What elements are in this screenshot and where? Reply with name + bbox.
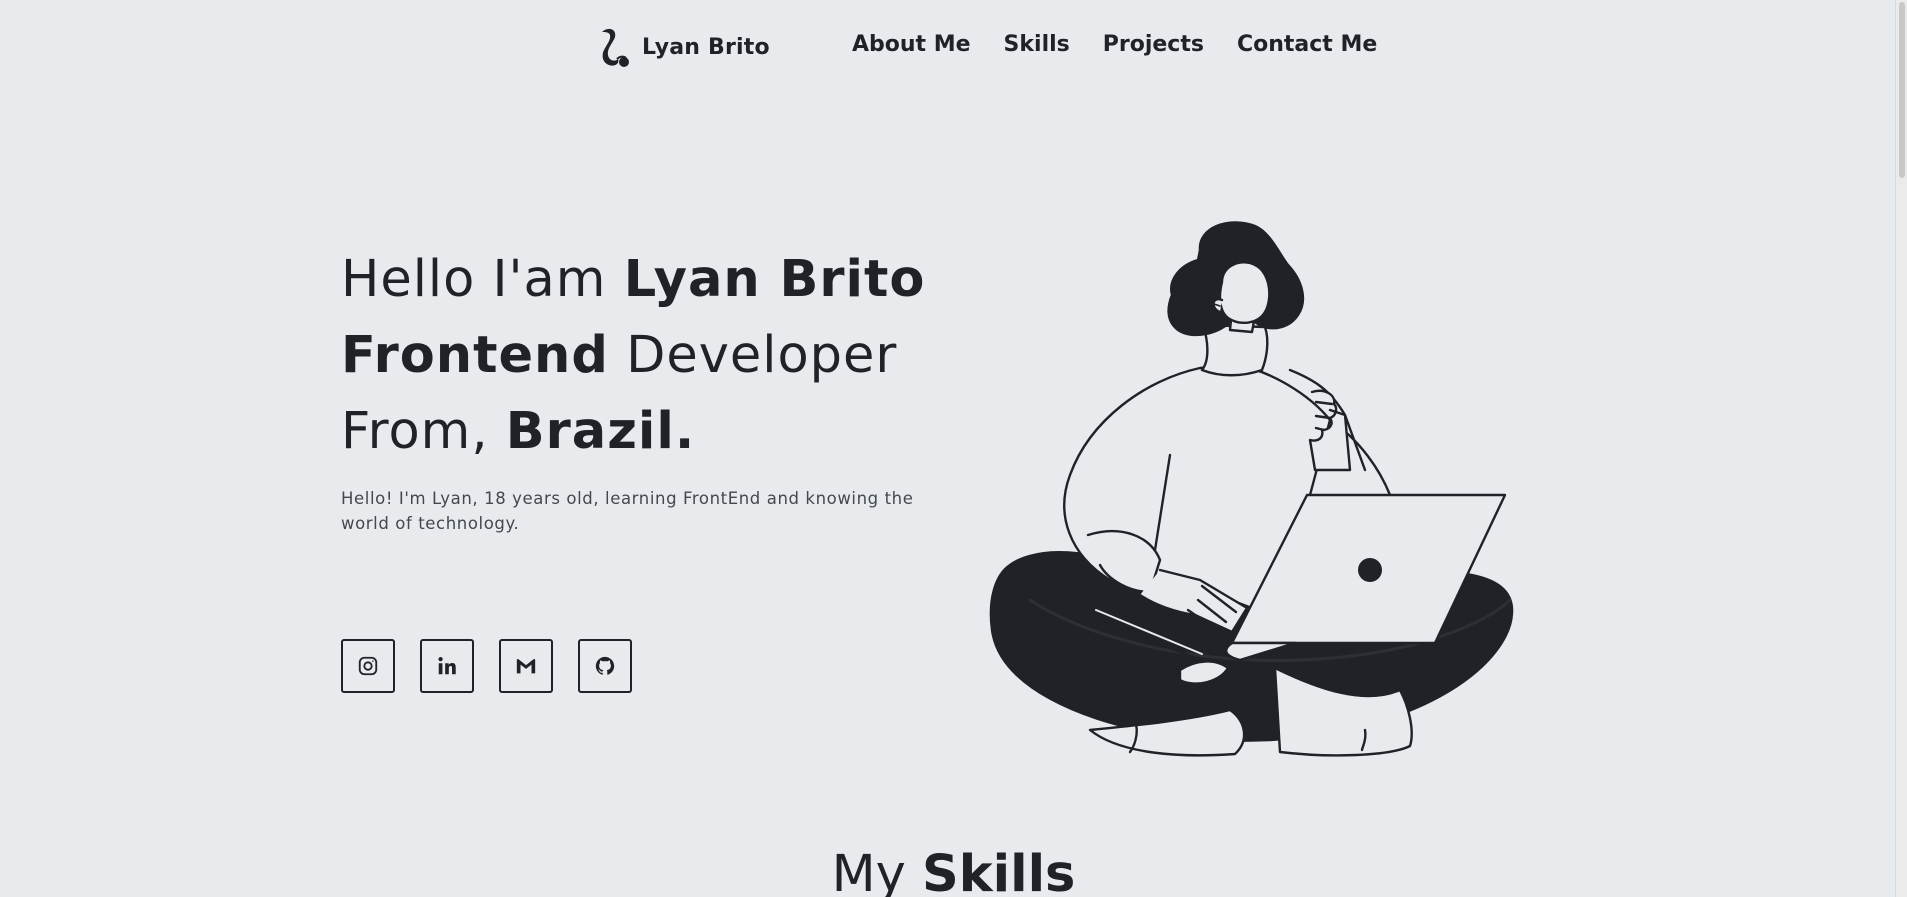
hero-name: Lyan Brito	[623, 250, 926, 309]
hero-country: Brazil.	[505, 402, 696, 461]
page-scrollbar[interactable]	[1895, 0, 1907, 897]
skills-heading-light: My	[831, 845, 922, 897]
nav-projects[interactable]: Projects	[1103, 32, 1204, 57]
nav-about-me[interactable]: About Me	[852, 32, 971, 57]
hero-role: Developer	[608, 326, 898, 385]
hero-line-2: Frontend Developer	[341, 318, 925, 394]
instagram-icon	[358, 656, 378, 676]
skills-heading-bold: Skills	[921, 845, 1076, 897]
page: Lyan Brito About Me Skills Projects Cont…	[0, 0, 1907, 897]
hero-from: From,	[341, 402, 506, 461]
gmail-button[interactable]	[499, 639, 553, 693]
skills-heading: My Skills	[0, 845, 1907, 897]
main-nav: About Me Skills Projects Contact Me	[852, 32, 1377, 57]
hero-description: Hello! I'm Lyan, 18 years old, learning …	[341, 489, 914, 533]
github-icon	[595, 656, 615, 675]
scrollbar-thumb[interactable]	[1899, 2, 1905, 178]
logo-link[interactable]: Lyan Brito	[598, 26, 770, 68]
hero-role-bold: Frontend	[341, 326, 609, 385]
hero-illustration	[989, 221, 1514, 757]
hero-title: Hello I'am Lyan Brito Frontend Developer…	[341, 242, 925, 470]
social-links	[341, 639, 632, 693]
hero-line-1: Hello I'am Lyan Brito	[341, 242, 925, 318]
github-button[interactable]	[578, 639, 632, 693]
linkedin-button[interactable]	[420, 639, 474, 693]
linkedin-icon	[438, 657, 456, 675]
instagram-button[interactable]	[341, 639, 395, 693]
gmail-icon	[516, 658, 536, 674]
hero-greeting: Hello I'am	[341, 250, 624, 309]
nav-contact-me[interactable]: Contact Me	[1237, 32, 1377, 57]
nav-skills[interactable]: Skills	[1004, 32, 1070, 57]
logo-icon	[602, 28, 629, 67]
hero-line-3: From, Brazil.	[341, 394, 925, 470]
logo-text: Lyan Brito	[642, 34, 770, 60]
